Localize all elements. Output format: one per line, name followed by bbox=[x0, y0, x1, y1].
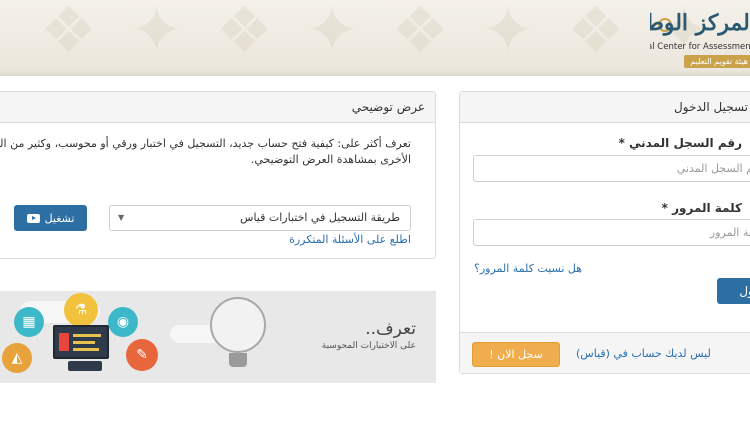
logo-english-text: National Center for Assessment bbox=[650, 42, 750, 52]
faq-link[interactable]: اطلع على الأسئلة المتكررة bbox=[289, 233, 411, 246]
lightbulb-base-icon bbox=[229, 353, 247, 367]
banner-title: تعرف.. bbox=[365, 319, 416, 339]
video-play-icon bbox=[26, 213, 40, 223]
globe-icon: ◉ bbox=[108, 307, 138, 337]
microscope-icon: ✎ bbox=[126, 339, 158, 371]
forgot-password-link[interactable]: هل نسيت كلمة المرور؟ bbox=[474, 262, 582, 275]
chart-icon: ▦ bbox=[14, 307, 44, 337]
header-watermark: ❖ ✦ ❖ ✦ ❖ ✦ ❖ ✦ bbox=[40, 0, 717, 68]
computerized-tests-banner[interactable]: ⚗ ▦ ◉ ◭ ✎ تعرف.. على الاختبارات المحوسبة bbox=[0, 291, 436, 383]
password-label: كلمة المرور * bbox=[661, 201, 742, 215]
banner-subtitle: على الاختبارات المحوسبة bbox=[321, 341, 416, 351]
password-input[interactable] bbox=[473, 219, 750, 246]
chevron-down-icon: ▼ bbox=[118, 213, 125, 222]
header-divider bbox=[0, 70, 750, 76]
civil-id-input[interactable] bbox=[473, 155, 750, 182]
login-panel: تسجيل الدخول رقم السجل المدني * كلمة الم… bbox=[459, 91, 750, 374]
demo-panel: عرض توضيحي تعرف أكثر على: كيفية فتح حساب… bbox=[0, 91, 436, 259]
play-button[interactable]: تشغيل bbox=[14, 205, 87, 231]
play-button-label: تشغيل bbox=[44, 211, 75, 225]
demo-description-line-2: الأخرى بمشاهدة العرض التوضيحي. bbox=[250, 153, 411, 166]
login-button[interactable]: دخول bbox=[717, 278, 750, 304]
lightbulb-icon bbox=[210, 297, 266, 353]
register-now-button[interactable]: سجل الان ! bbox=[472, 342, 560, 367]
flask-icon: ⚗ bbox=[64, 293, 98, 327]
demo-select-value: طريقة التسجيل في اختبارات قياس bbox=[240, 211, 400, 224]
site-header: ❖ ✦ ❖ ✦ ❖ ✦ ❖ ✦ المركز الوطني للقياس Nat… bbox=[0, 0, 750, 76]
civil-id-label: رقم السجل المدني * bbox=[618, 136, 742, 150]
ruler-icon: ◭ bbox=[2, 343, 32, 373]
demo-video-select[interactable]: طريقة التسجيل في اختبارات قياس ▼ bbox=[109, 205, 411, 231]
logo-tagline: هيئة تقويم التعليم bbox=[684, 55, 750, 68]
login-panel-title: تسجيل الدخول bbox=[460, 92, 750, 123]
demo-description-line-1: تعرف أكثر على: كيفية فتح حساب جديد، التس… bbox=[0, 137, 411, 150]
site-logo[interactable]: المركز الوطني للقياس National Center for… bbox=[650, 10, 750, 70]
computer-monitor-icon bbox=[53, 325, 109, 359]
logo-arabic-text: المركز الوطني للقياس bbox=[650, 10, 750, 36]
login-panel-footer: سجل الان ! ليس لديك حساب في (قياس) bbox=[460, 332, 750, 373]
keyboard-icon bbox=[68, 361, 102, 371]
demo-description: تعرف أكثر على: كيفية فتح حساب جديد، التس… bbox=[0, 136, 411, 168]
no-account-text[interactable]: ليس لديك حساب في (قياس) bbox=[576, 347, 711, 360]
demo-panel-title: عرض توضيحي bbox=[0, 92, 435, 123]
